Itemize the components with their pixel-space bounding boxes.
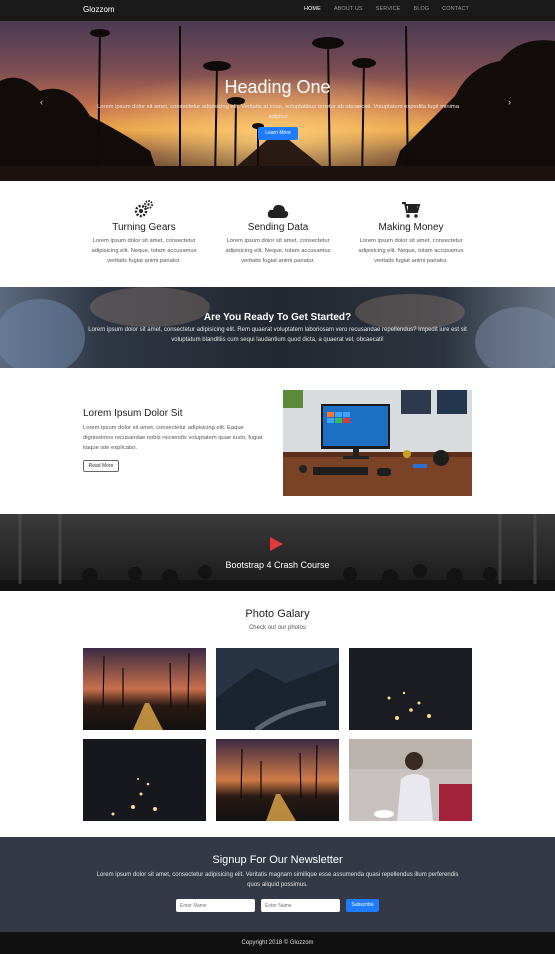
gallery-subtitle: Check out our photos <box>248 625 307 631</box>
nav-blog[interactable]: BLOG <box>413 6 429 12</box>
newsletter-text: Lorem ipsum dolor sit amet, consectetur … <box>96 872 459 888</box>
brand-logo[interactable]: Glozzom <box>83 5 115 14</box>
newsletter-section: Signup For Our Newsletter Lorem ipsum do… <box>0 837 555 932</box>
get-started-section: Are You Ready To Get Started? Lorem ipsu… <box>0 287 555 368</box>
hero-background-image <box>0 21 555 181</box>
photo-gallery-section: Photo Galary Check out our photos <box>0 591 555 837</box>
learn-more-button[interactable]: Learn More <box>258 127 298 140</box>
feature-making-money: Making Money Lorem ipsum dolor sit amet,… <box>351 197 471 266</box>
navbar: Glozzom HOME ABOUT US SERVICE BLOG CONTA… <box>0 0 555 21</box>
cart-icon <box>402 202 421 218</box>
cloud-icon <box>267 204 289 218</box>
info-title: Lorem Ipsum Dolor Sit <box>83 408 183 419</box>
cta-title: Are You Ready To Get Started? <box>203 312 352 323</box>
feature-sending-data: Sending Data Lorem ipsum dolor sit amet,… <box>218 197 338 266</box>
hero-heading: Heading One <box>224 77 331 97</box>
gallery-image-4[interactable] <box>83 739 206 821</box>
gallery-title: Photo Galary <box>245 608 310 620</box>
gallery-image-1[interactable] <box>83 648 206 730</box>
computer-desk-image <box>283 390 472 496</box>
carousel-prev-icon[interactable]: ‹ <box>40 97 43 107</box>
nav-contact[interactable]: CONTACT <box>442 6 469 12</box>
feature-title: Sending Data <box>247 222 309 233</box>
feature-title: Turning Gears <box>112 222 176 233</box>
email-input[interactable] <box>261 899 340 912</box>
feature-text: Lorem ipsum dolor sit amet, consectetur … <box>225 238 331 264</box>
subscribe-button[interactable]: Subscribe <box>346 899 379 912</box>
gears-icon <box>134 200 153 218</box>
video-section[interactable]: Bootstrap 4 Crash Course <box>0 514 555 591</box>
info-text: Lorem ipsum dolor sit amet, consectetur … <box>83 425 263 451</box>
gallery-image-6[interactable] <box>349 739 472 821</box>
cta-text: Lorem ipsum dolor sit amet, consectetur … <box>88 327 467 343</box>
feature-text: Lorem ipsum dolor sit amet, consectetur … <box>91 238 197 264</box>
nav-service[interactable]: SERVICE <box>376 6 401 12</box>
newsletter-title: Signup For Our Newsletter <box>212 854 343 866</box>
footer: Copyright 2018 © Glozzom <box>0 932 555 954</box>
gallery-image-3[interactable] <box>349 648 472 730</box>
hero-carousel: ‹ › Heading One Lorem ipsum dolor sit am… <box>0 21 555 181</box>
info-section: Lorem Ipsum Dolor Sit Lorem ipsum dolor … <box>0 368 555 514</box>
nav-links: HOME ABOUT US SERVICE BLOG CONTACT <box>291 6 469 12</box>
nav-about[interactable]: ABOUT US <box>334 6 363 12</box>
copyright-text: Copyright 2018 © Glozzom <box>241 940 314 946</box>
gallery-image-2[interactable] <box>216 648 339 730</box>
nav-home[interactable]: HOME <box>304 6 321 12</box>
play-icon[interactable] <box>270 537 283 551</box>
feature-text: Lorem ipsum dolor sit amet, consectetur … <box>358 238 464 264</box>
carousel-next-icon[interactable]: › <box>508 97 511 107</box>
hero-text: Lorem ipsum dolor sit amet, consectetur … <box>97 104 459 120</box>
video-title: Bootstrap 4 Crash Course <box>225 560 330 570</box>
feature-title: Making Money <box>378 222 444 233</box>
gallery-image-5[interactable] <box>216 739 339 821</box>
name-input[interactable] <box>176 899 255 912</box>
features-section: Turning Gears Lorem ipsum dolor sit amet… <box>0 181 555 287</box>
read-more-button[interactable]: Read More <box>83 460 119 472</box>
feature-turning-gears: Turning Gears Lorem ipsum dolor sit amet… <box>84 197 204 266</box>
video-background-image <box>0 514 555 591</box>
